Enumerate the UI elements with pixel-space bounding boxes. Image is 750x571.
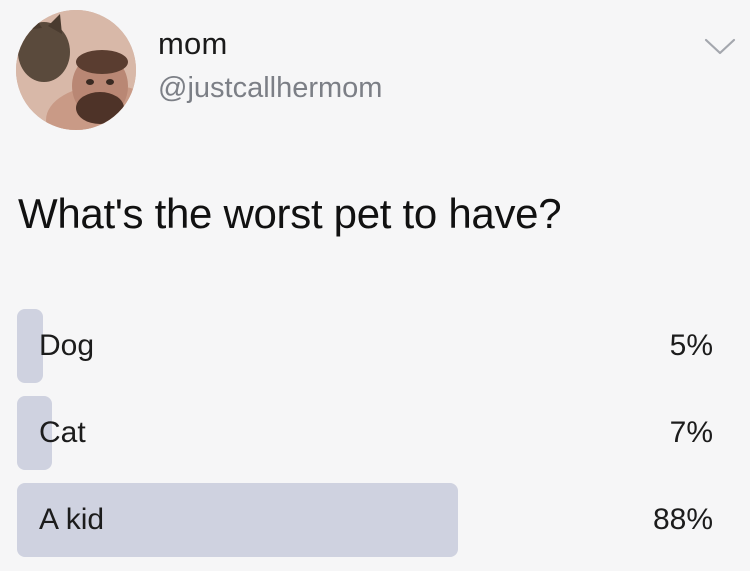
avatar-photo <box>16 10 136 130</box>
user-handle[interactable]: @justcallhermom <box>158 72 382 105</box>
poll-option-percent: 5% <box>669 329 713 362</box>
poll-option-dog[interactable]: Dog 5% <box>17 309 713 383</box>
poll-option-label: Cat <box>39 416 86 449</box>
poll-option-label: A kid <box>39 503 105 536</box>
poll-option-percent: 88% <box>652 503 713 536</box>
avatar[interactable] <box>16 10 136 130</box>
display-name[interactable]: mom <box>158 26 228 62</box>
chevron-down-icon[interactable] <box>702 36 738 58</box>
poll-option-label: Dog <box>39 329 95 362</box>
poll-question: What's the worst pet to have? <box>18 190 562 237</box>
poll-option-percent: 7% <box>669 416 713 449</box>
poll-option-cat[interactable]: Cat 7% <box>17 396 713 470</box>
poll: Dog 5% Cat 7% A kid 88% <box>17 309 713 570</box>
poll-option-a-kid[interactable]: A kid 88% <box>17 483 713 557</box>
tweet-card: mom @justcallhermom What's the worst pet… <box>0 0 750 571</box>
